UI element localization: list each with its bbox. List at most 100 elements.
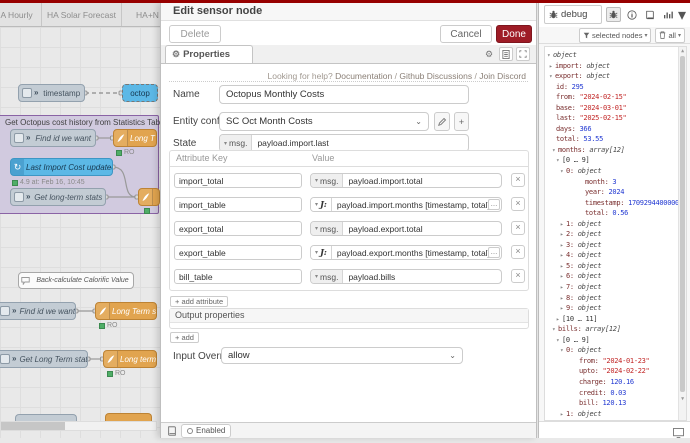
- debug-tree-line[interactable]: ▸5: object: [547, 261, 678, 272]
- type-select[interactable]: ▾ msg.: [311, 270, 343, 283]
- documentation-link[interactable]: Documentation: [335, 71, 392, 81]
- debug-tree-line[interactable]: ▸3: object: [547, 240, 678, 251]
- attribute-key-input[interactable]: [174, 245, 302, 260]
- docs-icon-button[interactable]: [167, 426, 177, 436]
- tab-debug[interactable]: debug: [544, 5, 602, 24]
- flow-tab[interactable]: HA Hourly: [0, 3, 42, 26]
- type-select[interactable]: ▾ msg.: [311, 174, 343, 187]
- attribute-value-typed-input[interactable]: ▾ msg. payload.export.total: [310, 221, 502, 236]
- help-book-icon-button[interactable]: [642, 7, 657, 22]
- type-select[interactable]: ▾ J:: [311, 246, 332, 259]
- inject-button[interactable]: [0, 354, 10, 364]
- function-icon: [104, 351, 118, 367]
- inject-node-find-id-1[interactable]: » Find id we want: [10, 129, 96, 147]
- github-discussions-link[interactable]: Github Discussions: [399, 71, 472, 81]
- horizontal-scrollbar[interactable]: [0, 421, 157, 431]
- debug-tree-line[interactable]: ▸2: object: [547, 229, 678, 240]
- comment-node[interactable]: Back-calculate Calorific Value: [18, 272, 134, 289]
- tab-properties[interactable]: ⚙ Properties: [165, 45, 253, 63]
- input-override-select[interactable]: allow⌄: [221, 347, 463, 364]
- function-node-long-term-1[interactable]: Long T: [113, 129, 157, 147]
- debug-tree-line[interactable]: ▸import: object: [547, 61, 678, 72]
- debug-tree-line[interactable]: ▸1: object: [547, 219, 678, 230]
- debug-tree-line[interactable]: ▸7: object: [547, 282, 678, 293]
- debug-tree-line[interactable]: ▸[10 … 11]: [547, 314, 678, 325]
- inject-node-find-id-2[interactable]: » Find id we want: [0, 302, 76, 320]
- inject-button[interactable]: [14, 133, 24, 143]
- add-output-property-button[interactable]: + add: [170, 332, 199, 343]
- info-icon-button[interactable]: [624, 7, 639, 22]
- function-node-long-term-2[interactable]: Long Term st: [95, 302, 157, 320]
- debug-tree-line[interactable]: ▸6: object: [547, 271, 678, 282]
- debug-tree-line[interactable]: ▸8: object: [547, 293, 678, 304]
- debug-tree-line[interactable]: ▾export: object: [547, 71, 678, 82]
- type-select[interactable]: ▾ msg.: [311, 222, 343, 235]
- debug-tree-line[interactable]: ▾[0 … 9]: [547, 335, 678, 346]
- inject-node-get-long-term-2[interactable]: » Get Long Term stats: [0, 350, 88, 368]
- inject-button[interactable]: [14, 192, 24, 202]
- debug-tree-line[interactable]: ▸4: object: [547, 250, 678, 261]
- delete-button[interactable]: Delete: [169, 25, 221, 43]
- done-button[interactable]: Done: [496, 25, 532, 43]
- debug-tree-line[interactable]: ▾0: object: [547, 345, 678, 356]
- gear-icon-button[interactable]: ⚙: [482, 47, 496, 61]
- attribute-value-typed-input[interactable]: ▾ msg. payload.import.total: [310, 173, 502, 188]
- attribute-value-typed-input[interactable]: ▾ J: payload.export.months [timestamp, t…: [310, 245, 502, 260]
- clear-messages-button[interactable]: all ▾: [655, 28, 685, 43]
- cancel-button[interactable]: Cancel: [440, 25, 492, 43]
- function-node-long-term-3[interactable]: Long term: [103, 350, 157, 368]
- scrollbar-thumb[interactable]: [680, 56, 685, 392]
- debug-tree-line[interactable]: ▾object: [547, 50, 678, 61]
- ha-node-last-import-cost[interactable]: ↻ Last Import Cost updated: [10, 158, 113, 176]
- debug-tree-line[interactable]: ▾bills: array[12]: [547, 324, 678, 335]
- chart-icon-button[interactable]: [660, 7, 675, 22]
- debug-tree-line[interactable]: ▸9: object: [547, 303, 678, 314]
- expand-expression-button[interactable]: …: [488, 247, 500, 258]
- sensor-node-octopus[interactable]: octop: [122, 84, 158, 102]
- description-icon-button[interactable]: [499, 47, 513, 61]
- expand-icon-button[interactable]: [516, 47, 530, 61]
- scrollbar-thumb[interactable]: [1, 422, 65, 430]
- type-select[interactable]: ▾ J:: [311, 198, 332, 211]
- enabled-toggle[interactable]: Enabled: [181, 424, 231, 438]
- remove-row-button[interactable]: ×: [511, 245, 525, 259]
- flow-tab[interactable]: HA+N: [122, 3, 160, 26]
- scroll-down-icon[interactable]: ▼: [679, 396, 686, 402]
- flow-tab[interactable]: HA Solar Forecast: [42, 3, 122, 26]
- attribute-value-typed-input[interactable]: ▾ J: payload.import.months [timestamp, t…: [310, 197, 502, 212]
- remove-row-button[interactable]: ×: [511, 173, 525, 187]
- function-node-partial[interactable]: [138, 188, 160, 206]
- remove-row-button[interactable]: ×: [511, 221, 525, 235]
- attribute-key-input[interactable]: [174, 197, 302, 212]
- node-status: [144, 208, 150, 214]
- debug-tree-line[interactable]: ▾[0 … 9]: [547, 155, 678, 166]
- attribute-key-input[interactable]: [174, 269, 302, 284]
- debug-tree-line[interactable]: ▾0: object: [547, 166, 678, 177]
- add-entity-button[interactable]: +: [454, 112, 469, 131]
- chevron-down-icon[interactable]: ▾: [678, 7, 686, 22]
- flow-canvas[interactable]: Get Octopus cost history from Statistics…: [0, 27, 160, 438]
- attribute-value-typed-input[interactable]: ▾ msg. payload.bills: [310, 269, 502, 284]
- inject-node-get-long-term-1[interactable]: » Get long-term stats: [10, 188, 106, 206]
- inject-button[interactable]: [0, 306, 10, 316]
- name-input[interactable]: [219, 85, 469, 104]
- debug-tree-line[interactable]: ▾months: array[12]: [547, 145, 678, 156]
- join-discord-link[interactable]: Join Discord: [479, 71, 526, 81]
- attribute-key-input[interactable]: [174, 173, 302, 188]
- edit-entity-button[interactable]: [434, 112, 450, 131]
- attribute-key-input[interactable]: [174, 221, 302, 236]
- entity-config-select[interactable]: SC Oct Month Costs⌄: [219, 112, 429, 131]
- debug-tree-line[interactable]: ▸1: object: [547, 409, 678, 420]
- open-window-icon[interactable]: [673, 425, 684, 443]
- scroll-up-icon[interactable]: ▲: [679, 48, 686, 54]
- inject-button[interactable]: [22, 88, 32, 98]
- bug-icon-button[interactable]: [606, 7, 621, 22]
- vertical-scrollbar[interactable]: ▲ ▼: [678, 47, 686, 420]
- inject-node-timestamp[interactable]: » timestamp: [18, 84, 85, 102]
- remove-row-button[interactable]: ×: [511, 269, 525, 283]
- remove-row-button[interactable]: ×: [511, 197, 525, 211]
- type-select[interactable]: ▾ msg.: [220, 135, 252, 151]
- expand-expression-button[interactable]: …: [488, 199, 500, 210]
- add-attribute-button[interactable]: + add attribute: [170, 296, 228, 307]
- filter-nodes-button[interactable]: selected nodes ▾: [579, 28, 651, 43]
